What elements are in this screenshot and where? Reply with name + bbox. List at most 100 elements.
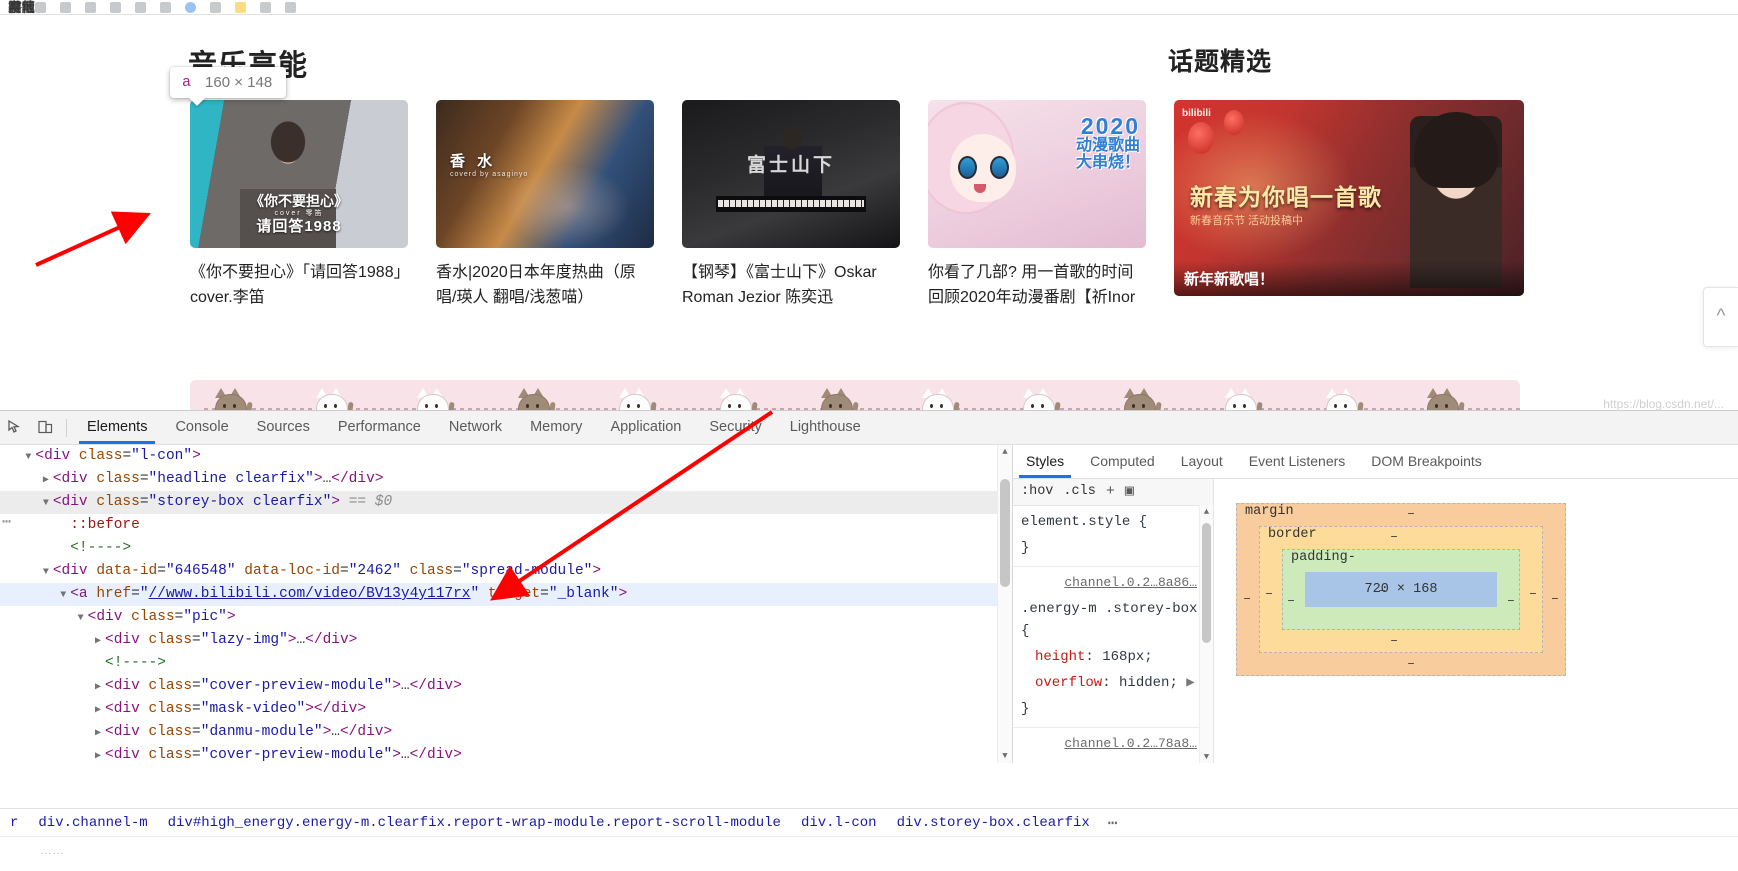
video-title[interactable]: 【钢琴】《富士山下》Oskar Roman Jezior 陈奕迅 <box>682 261 900 311</box>
styles-tab-computed[interactable]: Computed <box>1077 445 1168 478</box>
devtools-tab-memory[interactable]: Memory <box>516 411 596 444</box>
breadcrumb-item[interactable]: div#high_energy.energy-m.clearfix.report… <box>158 815 791 831</box>
video-thumbnail[interactable]: 2020 动漫歌曲 大串烧！ <box>928 100 1146 248</box>
css-rule-origin[interactable]: channel.0.2…78a8… <box>1013 731 1213 757</box>
dom-tree-node[interactable]: ▶<div class="cover-preview-module">…</di… <box>0 744 1012 763</box>
devtools-tab-performance[interactable]: Performance <box>324 411 435 444</box>
styles-tab-styles[interactable]: Styles <box>1013 445 1077 478</box>
video-card[interactable]: 2020 动漫歌曲 大串烧！ 你看了几部? 用一首歌的时间回顾2020年动漫番剧… <box>928 100 1146 311</box>
css-declaration[interactable]: overflow: hidden; ▶ <box>1013 670 1213 696</box>
video-title[interactable]: 香水|2020日本年度热曲（原唱/瑛人 翻唱/浅葱喵） <box>436 261 654 311</box>
scrollbar-thumb[interactable] <box>1202 523 1211 643</box>
scrollbar-thumb[interactable] <box>1000 479 1010 587</box>
box-model-padding[interactable]: padding- – – – 720 × 168 <box>1282 549 1520 630</box>
scroll-to-top-button[interactable]: ^ <box>1703 287 1738 347</box>
border-left-value[interactable]: – <box>1265 587 1273 602</box>
margin-top-value[interactable]: – <box>1407 507 1415 522</box>
bookmark-item[interactable]: 网址 <box>35 2 46 14</box>
breadcrumb-item[interactable]: div.storey-box.clearfix <box>887 815 1100 831</box>
padding-top-value[interactable]: – <box>1378 584 1386 599</box>
device-toolbar-icon[interactable] <box>30 411 60 444</box>
bookmark-item[interactable]: 京东 <box>60 2 71 14</box>
border-right-value[interactable]: – <box>1529 587 1537 602</box>
expand-twisty-icon[interactable]: ▼ <box>60 584 70 607</box>
devtools-tab-network[interactable]: Network <box>435 411 516 444</box>
bookmark-item[interactable]: API <box>210 2 221 14</box>
bookmark-item[interactable]: 文档 <box>260 2 271 14</box>
expand-twisty-icon[interactable]: ▶ <box>95 630 105 653</box>
expand-twisty-icon[interactable] <box>95 653 105 676</box>
video-card[interactable]: 《你不要担心》 cover 零笛 请回答1988 《你不要担心》「请回答1988… <box>190 100 408 311</box>
css-rule[interactable]: channel.0.2…8a86….energy-m .storey-box {… <box>1013 567 1213 728</box>
expand-twisty-icon[interactable]: ▶ <box>95 676 105 699</box>
dom-gutter-menu[interactable]: ⋯ <box>2 511 12 534</box>
hover-state-button[interactable]: :hov <box>1021 481 1053 503</box>
inspect-element-icon[interactable] <box>0 411 30 444</box>
dom-tree-node[interactable]: ▼<div data-id="646548" data-loc-id="2462… <box>0 560 1012 583</box>
styles-tab-event-listeners[interactable]: Event Listeners <box>1236 445 1359 478</box>
dom-tree-node[interactable]: ▶<div class="mask-video"></div> <box>0 698 1012 721</box>
expand-twisty-icon[interactable]: ▶ <box>43 469 53 492</box>
video-card[interactable]: 香 水 coverd by asaginyo 香水|2020日本年度热曲（原唱/… <box>436 100 654 311</box>
bookmark-item[interactable]: 微博 <box>160 2 171 14</box>
dom-tree-node[interactable]: <!----> <box>0 537 1012 560</box>
devtools-tab-elements[interactable]: Elements <box>73 411 161 444</box>
dom-tree-scrollbar[interactable]: ▲ ▼ <box>997 445 1012 763</box>
expand-twisty-icon[interactable]: ▼ <box>25 446 35 469</box>
margin-bottom-value[interactable]: – <box>1407 657 1415 672</box>
dom-tree-node[interactable]: <!----> <box>0 652 1012 675</box>
border-top-value[interactable]: – <box>1390 530 1398 545</box>
dom-tree-node[interactable]: ▼<a href="//www.bilibili.com/video/BV13y… <box>0 583 1012 606</box>
expand-twisty-icon[interactable] <box>60 515 70 538</box>
computed-sidebar-toggle-icon[interactable]: ▣ <box>1125 481 1134 503</box>
css-rule[interactable]: channel.0.2…78a8….clearfix {zoom: 1; <box>1013 728 1213 763</box>
breadcrumb-item[interactable]: div.channel-m <box>28 815 157 831</box>
expand-twisty-icon[interactable] <box>60 538 70 561</box>
new-style-rule-button[interactable]: + <box>1106 481 1115 503</box>
expand-twisty-icon[interactable]: ▼ <box>43 561 53 584</box>
dom-tree-node[interactable]: ▶<div class="cover-preview-module">…</di… <box>0 675 1012 698</box>
feature-banner-image[interactable]: bilibili 新春为你唱一首歌 新春音乐节 活动投稿中 新年新歌唱！ <box>1174 100 1524 296</box>
dom-tree-node[interactable]: ▶<div class="lazy-img">…</div> <box>0 629 1012 652</box>
expand-twisty-icon[interactable]: ▼ <box>78 607 88 630</box>
styles-tab-dom-breakpoints[interactable]: DOM Breakpoints <box>1358 445 1494 478</box>
css-property-name[interactable]: overflow <box>1035 675 1102 691</box>
padding-left-value[interactable]: – <box>1287 594 1295 609</box>
bookmark-item[interactable]: 游戏 <box>110 2 121 14</box>
bookmark-item[interactable] <box>185 2 196 14</box>
margin-left-value[interactable]: – <box>1243 592 1251 607</box>
dom-tree-node[interactable]: ▶<div class="headline clearfix">…</div> <box>0 468 1012 491</box>
dom-tree-node[interactable]: ▼<div class="storey-box clearfix"> == $0 <box>0 491 1012 514</box>
video-title[interactable]: 《你不要担心》「请回答1988」cover.李笛 <box>190 261 408 311</box>
css-rule[interactable]: element.style {} <box>1013 506 1213 567</box>
devtools-tab-console[interactable]: Console <box>161 411 242 444</box>
devtools-tab-sources[interactable]: Sources <box>243 411 324 444</box>
styles-tab-layout[interactable]: Layout <box>1168 445 1236 478</box>
scroll-up-icon[interactable]: ▲ <box>998 445 1012 459</box>
feature-banner-card[interactable]: bilibili 新春为你唱一首歌 新春音乐节 活动投稿中 新年新歌唱！ <box>1174 100 1524 311</box>
bookmark-item[interactable]: 视频 <box>85 2 96 14</box>
devtools-tab-security[interactable]: Security <box>695 411 775 444</box>
margin-right-value[interactable]: – <box>1551 592 1559 607</box>
dom-tree-node[interactable]: ::before <box>0 514 1012 537</box>
bookmark-item[interactable]: 收藏 <box>235 2 246 14</box>
dom-tree-node[interactable]: ▶<div class="danmu-module">…</div> <box>0 721 1012 744</box>
devtools-tab-application[interactable]: Application <box>596 411 695 444</box>
css-rule-origin[interactable]: channel.0.2…8a86… <box>1013 570 1213 596</box>
css-property-value[interactable]: hidden; <box>1119 675 1178 691</box>
css-property-name[interactable]: height <box>1035 649 1085 665</box>
css-declaration[interactable]: height: 168px; <box>1013 644 1213 670</box>
box-model-margin[interactable]: margin – – – – border – – – – paddin <box>1236 503 1566 676</box>
bookmark-item[interactable]: 其他 <box>285 2 296 14</box>
css-property-value[interactable]: 168px; <box>1102 649 1152 665</box>
padding-right-value[interactable]: – <box>1507 594 1515 609</box>
css-selector[interactable]: .clearfix { <box>1013 757 1213 763</box>
box-model-border[interactable]: border – – – – padding- – – – 720 × 168 <box>1259 526 1543 653</box>
breadcrumb-item[interactable]: r <box>0 815 28 831</box>
expand-twisty-icon[interactable]: ▶ <box>95 722 105 745</box>
css-selector[interactable]: .energy-m .storey-box { <box>1013 596 1213 644</box>
scroll-down-icon[interactable]: ▼ <box>1200 750 1213 763</box>
css-rules-list[interactable]: :hov .cls + ▣ element.style {}channel.0.… <box>1013 479 1214 763</box>
scroll-down-icon[interactable]: ▼ <box>998 749 1012 763</box>
class-editor-button[interactable]: .cls <box>1063 481 1095 503</box>
